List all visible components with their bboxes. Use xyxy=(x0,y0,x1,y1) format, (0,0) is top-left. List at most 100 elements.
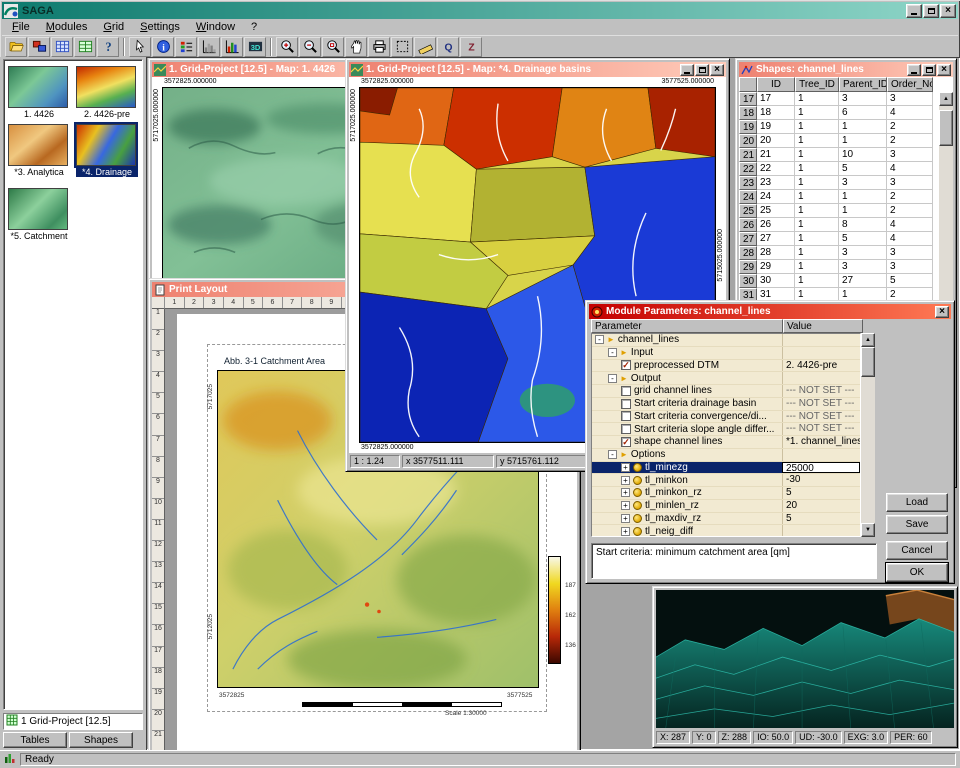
terrain-3d-canvas[interactable] xyxy=(656,590,954,728)
table-cell[interactable]: 4 xyxy=(887,218,933,232)
row-header[interactable]: 23 xyxy=(739,176,757,190)
table-cell[interactable]: 25 xyxy=(757,204,795,218)
thumbnail-map-4426-pre[interactable]: 2. 4426-pre xyxy=(76,66,138,119)
table-cell[interactable]: 1 xyxy=(795,204,839,218)
menu-grid[interactable]: Grid xyxy=(95,20,132,35)
table-cell[interactable]: 4 xyxy=(887,162,933,176)
param-row-channel-lines[interactable]: -►channel_lines xyxy=(592,334,860,347)
menu-file[interactable]: File xyxy=(4,20,38,35)
table-cell[interactable]: 2 xyxy=(887,190,933,204)
table-cell[interactable]: 20 xyxy=(757,134,795,148)
help-button[interactable]: ? xyxy=(97,37,119,57)
close-button[interactable]: × xyxy=(940,4,956,18)
maximize-button[interactable] xyxy=(695,64,709,76)
dialog-titlebar[interactable]: Module Parameters: channel_lines × xyxy=(589,304,951,319)
app-titlebar[interactable]: SAGA × xyxy=(2,2,958,19)
param-row-shape-channel-lines[interactable]: ✓shape channel lines*1. channel_lines xyxy=(592,436,860,449)
table-cell[interactable]: 1 xyxy=(795,120,839,134)
table-cell[interactable]: 3 xyxy=(887,176,933,190)
column-header-order-no[interactable]: Order_No xyxy=(887,77,933,92)
param-row-tl-minkon[interactable]: +tl_minkon-30 xyxy=(592,474,860,487)
zoom-full-button[interactable] xyxy=(322,37,344,57)
zoom-out-button[interactable] xyxy=(299,37,321,57)
select-area-button[interactable] xyxy=(391,37,413,57)
param-row-options[interactable]: -►Options xyxy=(592,449,860,462)
table-cell[interactable]: 1 xyxy=(795,176,839,190)
tab-shapes[interactable]: Shapes xyxy=(69,732,133,748)
table-cell[interactable]: 1 xyxy=(795,92,839,106)
minimize-button[interactable] xyxy=(906,4,922,18)
checkbox[interactable] xyxy=(621,399,631,409)
table-cell[interactable]: 24 xyxy=(757,190,795,204)
maximize-button[interactable] xyxy=(922,64,936,76)
row-header[interactable]: 20 xyxy=(739,134,757,148)
maximize-button[interactable] xyxy=(923,4,939,18)
table-cell[interactable]: 1 xyxy=(795,218,839,232)
table-cell[interactable]: 22 xyxy=(757,162,795,176)
value-column-header[interactable]: Value xyxy=(783,319,863,333)
ok-button[interactable]: OK xyxy=(886,563,948,582)
column-header-id[interactable]: ID xyxy=(757,77,795,92)
row-header[interactable]: 22 xyxy=(739,162,757,176)
scrollbar-thumb[interactable] xyxy=(861,347,875,377)
close-button[interactable]: × xyxy=(935,306,949,318)
table-row[interactable]: 2626184 xyxy=(739,218,933,232)
info-button[interactable]: i xyxy=(152,37,174,57)
table-cell[interactable]: 5 xyxy=(839,232,887,246)
table-cell[interactable]: 30 xyxy=(757,274,795,288)
table-cell[interactable]: 3 xyxy=(839,246,887,260)
cancel-button[interactable]: Cancel xyxy=(886,541,948,560)
table-cell[interactable]: 10 xyxy=(839,148,887,162)
scrollbar-thumb[interactable] xyxy=(939,110,953,146)
table-row[interactable]: 2424112 xyxy=(739,190,933,204)
param-row-tl-minkon-rz[interactable]: +tl_minkon_rz5 xyxy=(592,487,860,500)
row-header[interactable]: 27 xyxy=(739,232,757,246)
param-row-start-criteria-convergence-di[interactable]: Start criteria convergence/di...--- NOT … xyxy=(592,411,860,424)
param-value-cell[interactable]: -30 xyxy=(782,474,860,486)
scroll-up-button[interactable]: ▲ xyxy=(861,333,875,347)
param-value-cell[interactable] xyxy=(782,334,860,346)
table-cell[interactable]: 27 xyxy=(757,232,795,246)
param-row-start-criteria-drainage-basin[interactable]: Start criteria drainage basin--- NOT SET… xyxy=(592,398,860,411)
attributes-button[interactable] xyxy=(221,37,243,57)
table-cell[interactable]: 4 xyxy=(887,106,933,120)
expand-box[interactable]: + xyxy=(621,514,630,523)
query-button[interactable]: Q xyxy=(437,37,459,57)
table-row[interactable]: 1717133 xyxy=(739,92,933,106)
param-row-tl-maxdiv-rz[interactable]: +tl_maxdiv_rz5 xyxy=(592,513,860,526)
param-value-cell[interactable]: 5 xyxy=(782,513,860,525)
table-cell[interactable]: 1 xyxy=(795,260,839,274)
row-header[interactable]: 21 xyxy=(739,148,757,162)
table-row[interactable]: 2727154 xyxy=(739,232,933,246)
tab-tables[interactable]: Tables xyxy=(3,732,67,748)
print-button[interactable] xyxy=(368,37,390,57)
table-cell[interactable]: 19 xyxy=(757,120,795,134)
row-header[interactable]: 30 xyxy=(739,274,757,288)
param-value-cell[interactable] xyxy=(782,347,860,359)
menu-window[interactable]: Window xyxy=(188,20,243,35)
menu-settings[interactable]: Settings xyxy=(132,20,188,35)
table-cell[interactable]: 18 xyxy=(757,106,795,120)
column-header-parent-id[interactable]: Parent_ID xyxy=(839,77,887,92)
table-row[interactable]: 21211103 xyxy=(739,148,933,162)
row-header[interactable]: 29 xyxy=(739,260,757,274)
column-header-tree-id[interactable]: Tree_ID xyxy=(795,77,839,92)
param-row-start-criteria-slope-angle-differ[interactable]: Start criteria slope angle differ...--- … xyxy=(592,423,860,436)
expand-box[interactable]: + xyxy=(621,488,630,497)
param-row-tl-neig-diff[interactable]: +tl_neig_diff xyxy=(592,525,860,537)
table-row[interactable]: 2323133 xyxy=(739,176,933,190)
view-3d-button[interactable]: 3D xyxy=(244,37,266,57)
table-cell[interactable]: 23 xyxy=(757,176,795,190)
row-header[interactable]: 28 xyxy=(739,246,757,260)
table-cell[interactable]: 1 xyxy=(795,274,839,288)
modules-button[interactable] xyxy=(28,37,50,57)
thumbnail-map-catchment[interactable]: *5. Catchment xyxy=(8,188,70,241)
param-value-cell[interactable]: --- NOT SET --- xyxy=(782,423,860,435)
param-value-cell[interactable]: 25000 xyxy=(782,462,860,474)
project-item-label[interactable]: 1 Grid-Project [12.5] xyxy=(21,716,110,727)
thumbnail-map-analytical[interactable]: *3. Analytica xyxy=(8,124,70,177)
scroll-down-button[interactable]: ▼ xyxy=(861,523,875,537)
minimize-button[interactable] xyxy=(680,64,694,76)
table-cell[interactable]: 2 xyxy=(887,134,933,148)
checkbox[interactable] xyxy=(621,386,631,396)
